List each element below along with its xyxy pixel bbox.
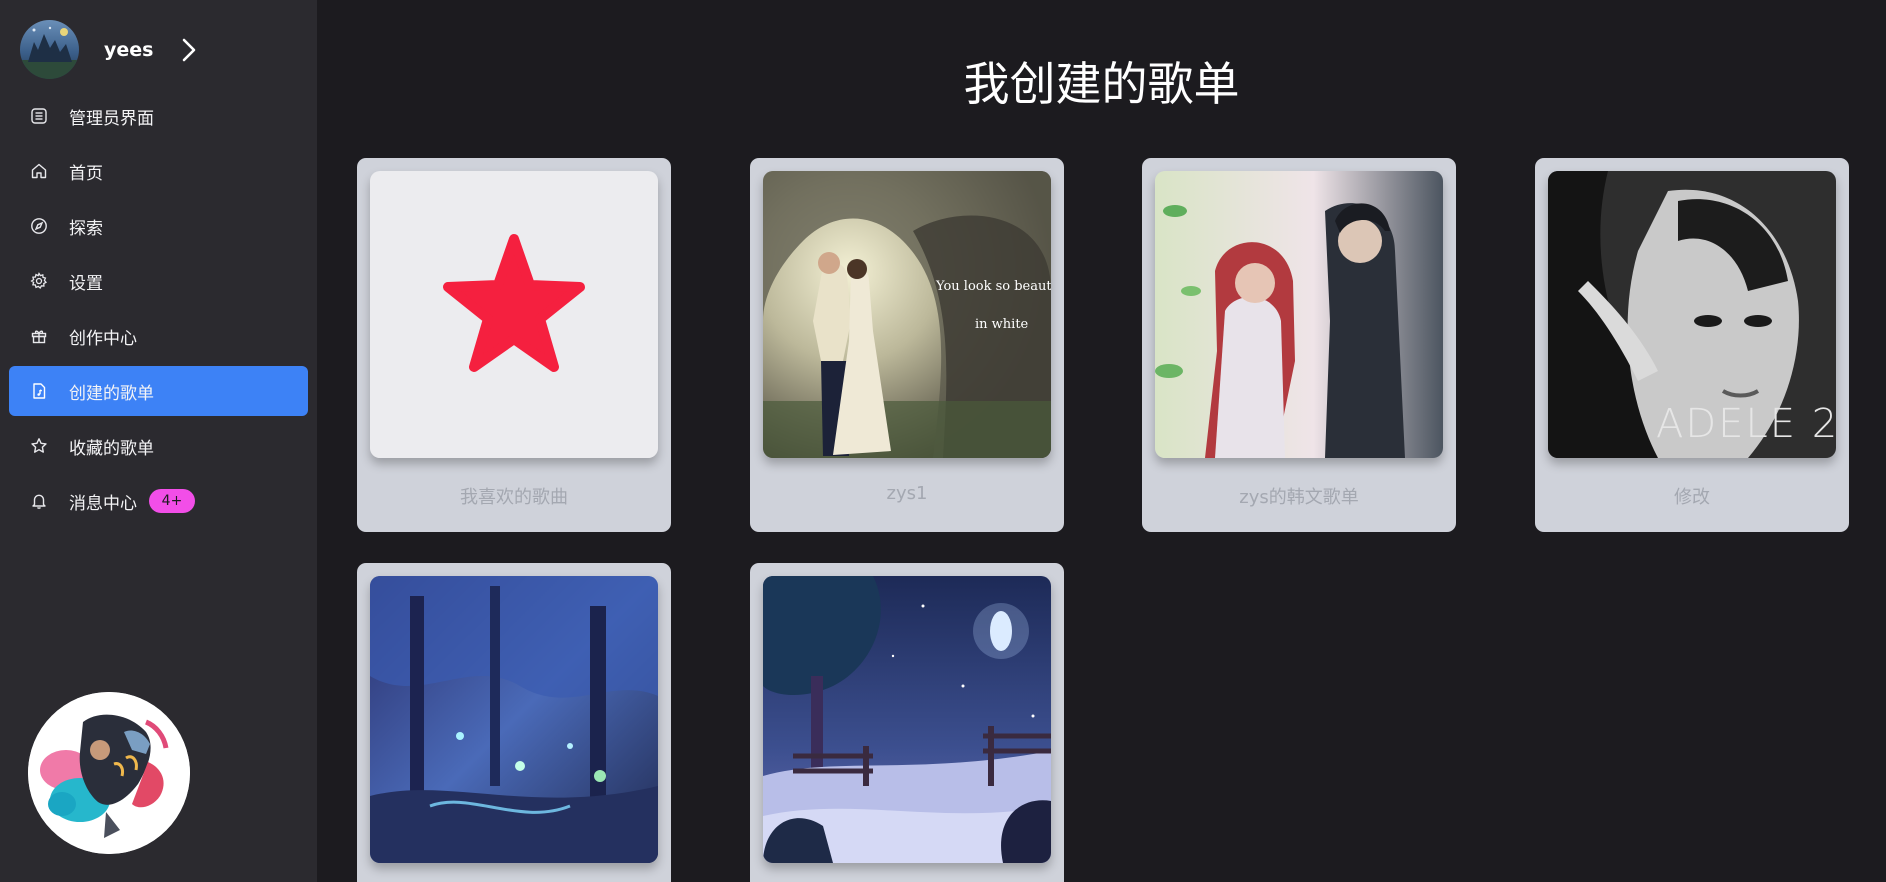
sidebar-item-label: 创建的歌单 [69, 383, 154, 404]
sidebar-item-favorite-playlists[interactable]: 收藏的歌单 [9, 421, 308, 471]
cover-text: ADELE 21 [1656, 401, 1836, 447]
sidebar-item-label: 管理员界面 [69, 108, 154, 129]
gear-icon [29, 271, 49, 291]
message-count-badge: 4+ [149, 489, 195, 513]
star-icon [29, 436, 49, 456]
music-file-icon [29, 381, 49, 401]
playlist-name[interactable]: zys的韩文歌单 [1142, 483, 1456, 509]
cover-text: in white [975, 317, 1029, 332]
playlist-card[interactable]: You look so beautif in white zys1 [750, 158, 1064, 532]
sidebar-nav: 管理员界面 首页 探索 设置 创作中心 创建的歌单 收藏的歌单 消息中心 4+ [9, 91, 308, 531]
sidebar-item-label: 消息中心 [69, 493, 137, 514]
bell-icon [29, 491, 49, 511]
sidebar-item-creator-center[interactable]: 创作中心 [9, 311, 308, 361]
now-playing-disc[interactable] [28, 692, 190, 854]
playlist-card[interactable]: ADELE 21 修改 [1535, 158, 1849, 532]
sidebar-item-label: 创作中心 [69, 328, 137, 349]
playlist-cover[interactable] [370, 576, 658, 863]
playlist-name[interactable]: 修改 [1535, 483, 1849, 509]
sidebar-item-label: 首页 [69, 163, 103, 184]
sidebar-item-label: 收藏的歌单 [69, 438, 154, 459]
cover-text: You look so beautif [936, 279, 1051, 294]
sidebar-item-admin[interactable]: 管理员界面 [9, 91, 308, 141]
page-title: 我创建的歌单 [963, 57, 1240, 111]
playlist-card[interactable] [357, 563, 671, 882]
gift-icon [29, 326, 49, 346]
playlist-name[interactable]: zys1 [750, 483, 1064, 504]
sidebar-item-label: 设置 [69, 273, 103, 294]
chevron-right-icon[interactable] [181, 37, 201, 63]
playlist-card[interactable] [750, 563, 1064, 882]
user-avatar[interactable] [20, 20, 79, 79]
playlist-cover[interactable]: You look so beautif in white [763, 171, 1051, 458]
admin-list-icon [29, 106, 49, 126]
playlist-cover[interactable] [1155, 171, 1443, 458]
playlist-cover[interactable] [370, 171, 658, 458]
playlist-cover[interactable]: ADELE 21 [1548, 171, 1836, 458]
playlist-card[interactable]: 我喜欢的歌曲 [357, 158, 671, 532]
username: yees [104, 38, 154, 61]
playlist-cover[interactable] [763, 576, 1051, 863]
sidebar-item-home[interactable]: 首页 [9, 146, 308, 196]
playlist-card[interactable]: zys的韩文歌单 [1142, 158, 1456, 532]
sidebar: yees 管理员界面 首页 探索 设置 创作中心 创建的歌单 收藏的歌单 消息中… [0, 0, 317, 882]
sidebar-item-explore[interactable]: 探索 [9, 201, 308, 251]
sidebar-item-created-playlists[interactable]: 创建的歌单 [9, 366, 308, 416]
compass-icon [29, 216, 49, 236]
sidebar-item-label: 探索 [69, 218, 103, 239]
sidebar-item-settings[interactable]: 设置 [9, 256, 308, 306]
home-icon [29, 161, 49, 181]
user-profile[interactable]: yees [20, 20, 201, 79]
sidebar-item-messages[interactable]: 消息中心 4+ [9, 476, 308, 526]
playlist-name[interactable]: 我喜欢的歌曲 [357, 483, 671, 509]
